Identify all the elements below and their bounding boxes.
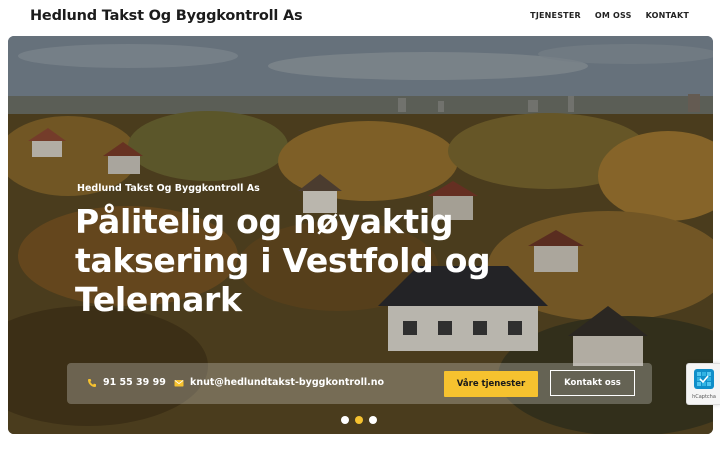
phone-number: 91 55 39 99 bbox=[103, 377, 166, 388]
services-button[interactable]: Våre tjenester bbox=[444, 371, 538, 397]
brand-logo-text[interactable]: Hedlund Takst Og Byggkontroll As bbox=[30, 8, 303, 24]
contact-button[interactable]: Kontakt oss bbox=[550, 370, 635, 396]
email-address: knut@hedlundtakst-byggkontroll.no bbox=[190, 377, 384, 388]
hero-contact-bar: 91 55 39 99 knut@hedlundtakst-byggkontro… bbox=[67, 363, 652, 404]
slider-dot-3[interactable] bbox=[369, 416, 377, 424]
slider-pagination bbox=[341, 416, 377, 424]
envelope-icon bbox=[174, 379, 184, 386]
main-nav: TJENESTER OM OSS KONTAKT bbox=[530, 11, 689, 20]
nav-item-tjenester[interactable]: TJENESTER bbox=[530, 11, 581, 20]
email-link[interactable]: knut@hedlundtakst-byggkontroll.no bbox=[174, 377, 384, 388]
nav-item-om-oss[interactable]: OM OSS bbox=[595, 11, 632, 20]
hero-headline: Pålitelig og nøyaktig taksering i Vestfo… bbox=[75, 202, 491, 319]
site-header: Hedlund Takst Og Byggkontroll As TJENEST… bbox=[0, 0, 720, 36]
phone-link[interactable]: 91 55 39 99 bbox=[87, 377, 166, 388]
nav-item-kontakt[interactable]: KONTAKT bbox=[646, 11, 689, 20]
slider-dot-2-active[interactable] bbox=[355, 416, 363, 424]
hero-eyebrow: Hedlund Takst Og Byggkontroll As bbox=[77, 183, 260, 194]
hcaptcha-logo-icon bbox=[694, 369, 714, 389]
phone-icon bbox=[88, 378, 96, 387]
slider-dot-1[interactable] bbox=[341, 416, 349, 424]
hcaptcha-badge[interactable]: hCaptcha bbox=[686, 363, 720, 405]
hero-slider: Hedlund Takst Og Byggkontroll As Pålitel… bbox=[8, 36, 713, 434]
hcaptcha-label: hCaptcha bbox=[692, 394, 716, 400]
